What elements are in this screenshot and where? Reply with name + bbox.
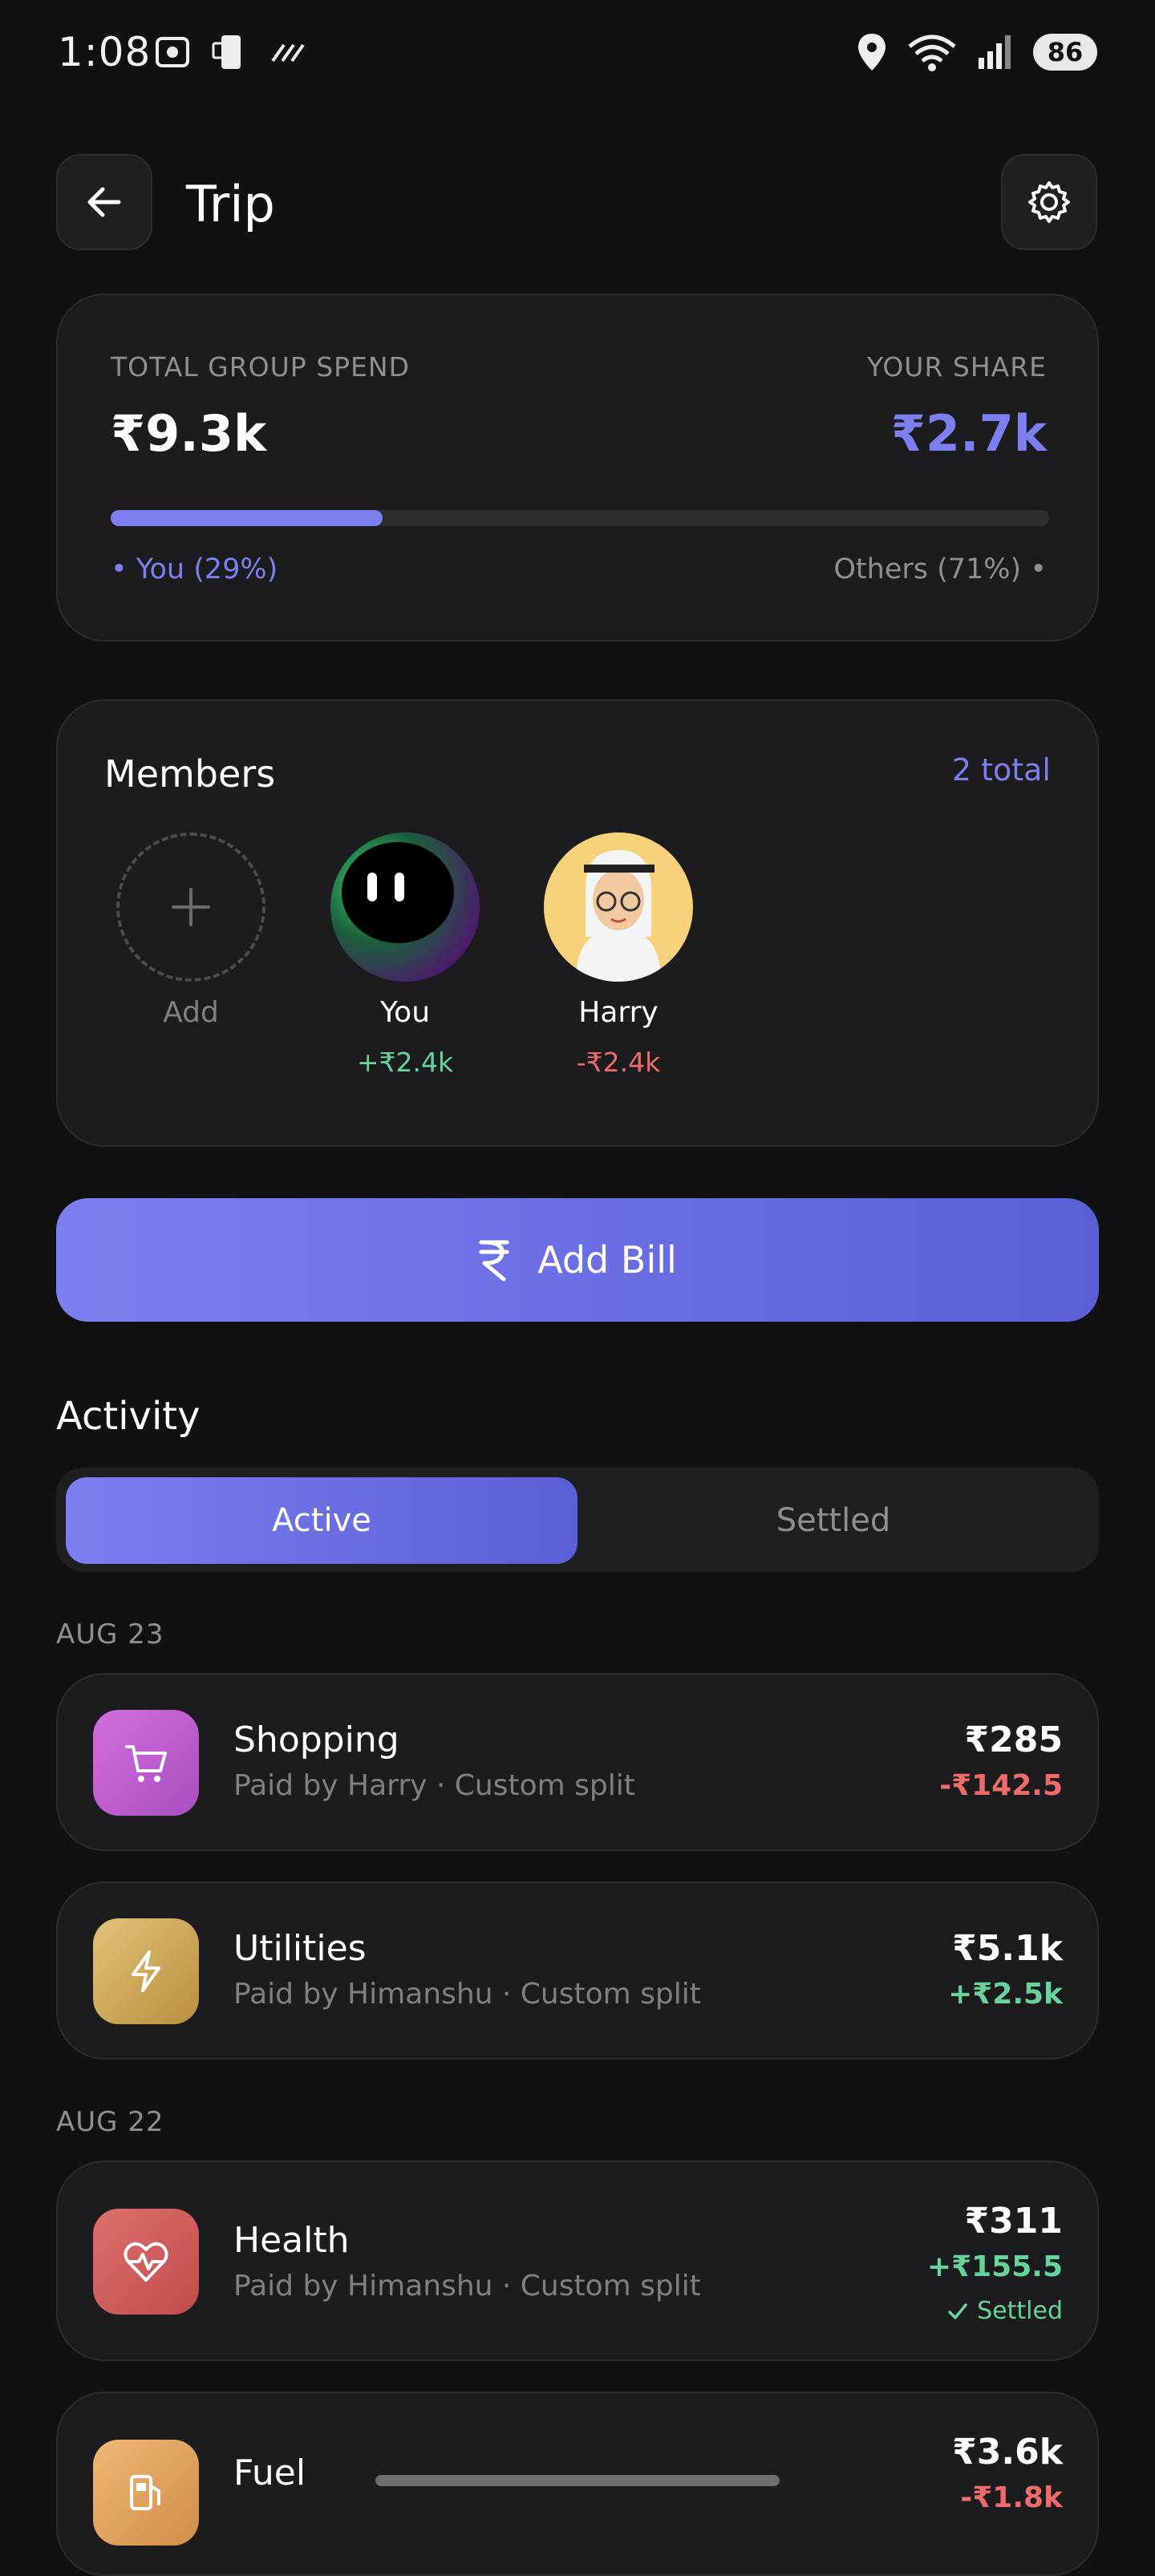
spend-summary-card bbox=[56, 294, 1099, 642]
avatar bbox=[330, 832, 480, 982]
transaction-card-utilities[interactable] bbox=[56, 1881, 1099, 2060]
person-avatar-icon bbox=[576, 850, 661, 982]
gear-icon bbox=[1028, 181, 1070, 223]
transaction-title: Fuel bbox=[233, 2452, 306, 2493]
heart-pulse-icon bbox=[93, 2209, 199, 2315]
cart-icon bbox=[93, 1710, 199, 1816]
bolt-icon bbox=[93, 1918, 199, 2024]
members-title: Members bbox=[104, 752, 276, 796]
settled-badge-label: Settled bbox=[977, 2297, 1063, 2325]
transaction-subtitle: Paid by Himanshu · Custom split bbox=[233, 2270, 701, 2303]
transaction-subtitle: Paid by Himanshu · Custom split bbox=[233, 1978, 701, 2011]
fuel-icon bbox=[93, 2440, 199, 2546]
data-saver-icon bbox=[271, 43, 305, 63]
date-label: AUG 22 bbox=[56, 2106, 164, 2138]
screenshot-icon bbox=[156, 37, 189, 67]
tab-settled[interactable]: Settled bbox=[578, 1477, 1089, 1564]
signal-icon bbox=[979, 35, 1011, 69]
transaction-card-shopping[interactable] bbox=[56, 1673, 1099, 1851]
wifi-icon bbox=[908, 34, 956, 71]
page-title: Trip bbox=[186, 175, 275, 233]
transaction-share: -₹142.5 bbox=[939, 1769, 1063, 1802]
member-balance: +₹2.4k bbox=[356, 1047, 454, 1078]
add-bill-button[interactable]: Add Bill bbox=[56, 1198, 1099, 1322]
plus-icon bbox=[172, 888, 210, 926]
settings-button[interactable] bbox=[1001, 154, 1097, 250]
arrow-left-icon bbox=[87, 187, 121, 217]
member-name: Harry bbox=[578, 996, 659, 1029]
avatar-eye bbox=[367, 873, 377, 901]
phone-icon bbox=[212, 35, 241, 69]
avatar bbox=[544, 832, 693, 982]
tab-active[interactable]: Active bbox=[66, 1477, 578, 1564]
settled-badge: Settled bbox=[946, 2297, 1063, 2325]
add-member-circle bbox=[116, 832, 265, 982]
battery-indicator: 86 bbox=[1033, 34, 1097, 71]
check-icon bbox=[948, 2303, 967, 2319]
transaction-amount: ₹285 bbox=[964, 1719, 1063, 1760]
member-balance: -₹2.4k bbox=[576, 1047, 661, 1078]
status-time: 1:08 bbox=[58, 29, 152, 75]
share-progress-fill bbox=[111, 510, 383, 526]
rupee-icon bbox=[479, 1240, 509, 1282]
transaction-share: +₹155.5 bbox=[926, 2250, 1063, 2283]
add-member-button[interactable]: Add bbox=[115, 832, 267, 1029]
status-icons-right: 86 bbox=[855, 32, 1097, 72]
total-spend-label: TOTAL GROUP SPEND bbox=[111, 351, 410, 383]
transaction-title: Health bbox=[233, 2220, 350, 2261]
members-total[interactable]: 2 total bbox=[952, 752, 1051, 788]
transaction-subtitle: Paid by Harry · Custom split bbox=[233, 1769, 635, 1802]
avatar-eye bbox=[395, 873, 404, 901]
transaction-amount: ₹311 bbox=[964, 2201, 1063, 2242]
member-you[interactable]: You +₹2.4k bbox=[329, 832, 481, 1078]
your-share-value: ₹2.7k bbox=[890, 404, 1047, 463]
transaction-title: Shopping bbox=[233, 1719, 399, 1760]
home-indicator[interactable] bbox=[375, 2475, 780, 2486]
transaction-title: Utilities bbox=[233, 1928, 367, 1969]
activity-title: Activity bbox=[56, 1394, 201, 1439]
member-name: You bbox=[379, 996, 431, 1029]
total-spend-value: ₹9.3k bbox=[111, 404, 267, 463]
status-icons-left bbox=[152, 32, 308, 72]
transaction-share: -₹1.8k bbox=[960, 2481, 1063, 2514]
transaction-share: +₹2.5k bbox=[948, 1978, 1063, 2011]
add-member-label: Add bbox=[163, 996, 219, 1029]
location-icon bbox=[858, 34, 886, 71]
transaction-amount: ₹3.6k bbox=[952, 2432, 1063, 2473]
your-share-label: YOUR SHARE bbox=[866, 351, 1047, 383]
date-label: AUG 23 bbox=[56, 1618, 164, 1651]
you-share-legend: • You (29%) bbox=[111, 553, 278, 585]
transaction-amount: ₹5.1k bbox=[952, 1928, 1063, 1969]
add-bill-label: Add Bill bbox=[537, 1238, 677, 1282]
back-button[interactable] bbox=[56, 154, 152, 250]
others-share-legend: Others (71%) • bbox=[833, 553, 1047, 585]
member-harry[interactable]: Harry -₹2.4k bbox=[542, 832, 695, 1078]
